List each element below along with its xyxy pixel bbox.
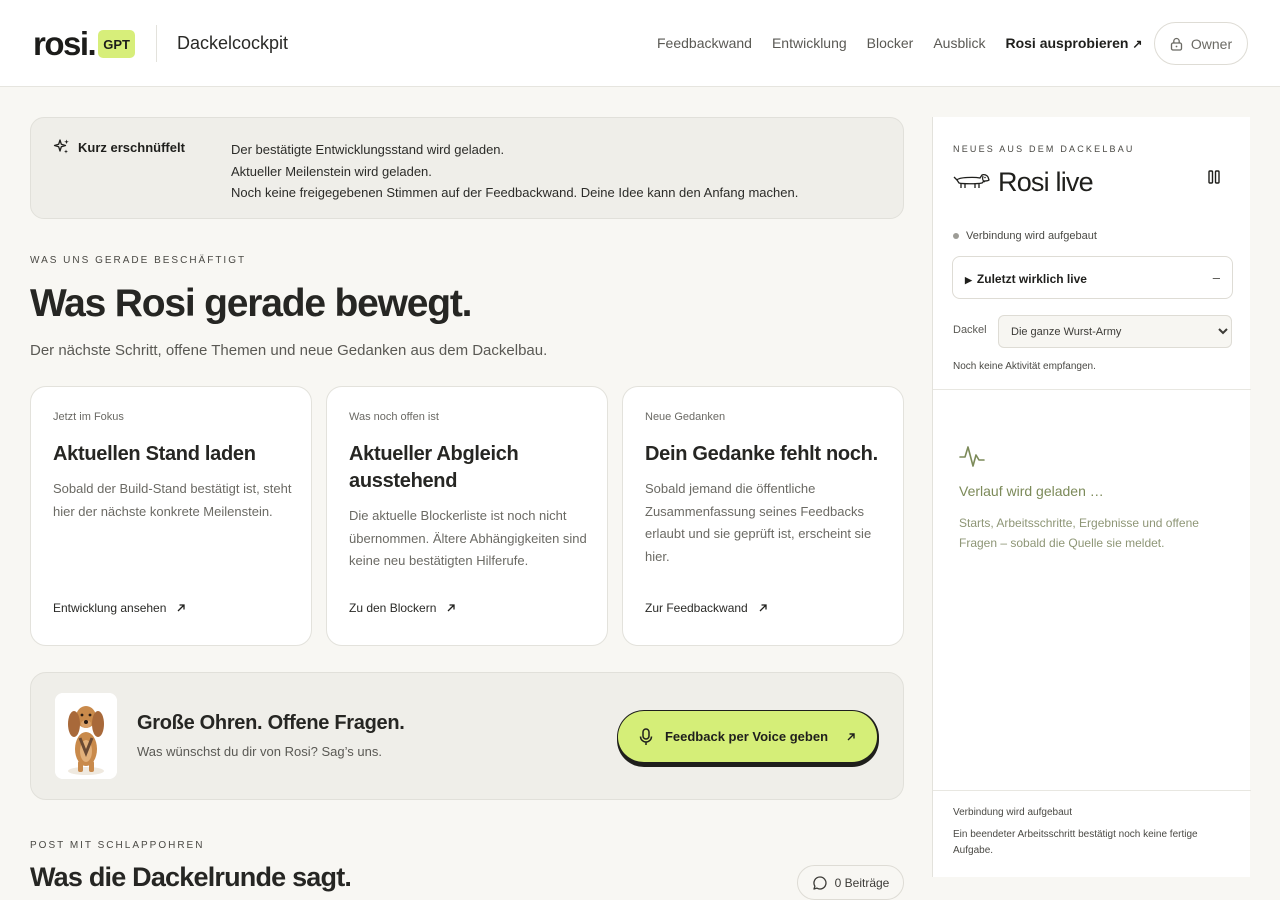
card-title: Aktuellen Stand laden [53,443,256,465]
card-text: Sobald der Build-Stand bestätigt ist, st… [53,481,292,519]
arrow-up-right-icon [177,604,186,612]
nav-blocker[interactable]: Blocker [867,35,914,51]
card-link-entwicklung[interactable]: Entwicklung ansehen [53,601,186,615]
top-header: rosi. GPT Dackelcockpit Feedbackwand Ent… [0,0,1280,87]
connection-status-text: Verbindung wird aufgebaut [966,230,1097,242]
arrow-up-right-icon [759,604,767,612]
microphone-icon [639,727,653,745]
lock-icon [1170,37,1183,51]
card-link-label: Zu den Blockern [349,601,437,615]
sparkle-icon [53,139,69,154]
section-eyebrow: WAS UNS GERADE BESCHÄFTIGT [30,255,247,266]
voice-feedback-button[interactable]: Feedback per Voice geben [617,710,879,764]
speech-bubble-icon [812,875,827,890]
status-dot [953,233,959,239]
panel-footer-divider [933,790,1251,791]
card-open: Was noch offen ist Aktueller Abgleich au… [326,386,608,646]
footer-note: Ein beendeter Arbeitsschritt bestätigt n… [953,829,1198,856]
notice-line: Noch keine freigegebenen Stimmen auf der… [231,185,799,200]
nav-ausblick[interactable]: Ausblick [933,35,985,51]
voice-feedback-banner: Große Ohren. Offene Fragen. Was wünschst… [30,672,904,800]
dackel-select[interactable]: Die ganze Wurst-Army [998,315,1232,348]
post-count: 0 Beiträge [834,875,890,890]
card-link-label: Zur Feedbackwand [645,601,748,615]
connection-status: Verbindung wird aufgebaut [953,230,1097,242]
card-link-label: Entwicklung ansehen [53,601,167,615]
header-divider [156,25,157,62]
notice-lines: Der bestätigte Entwicklungsstand wird ge… [231,139,798,204]
card-text: Sobald jemand die öffentliche Zusammenfa… [645,481,872,564]
dachshund-icon [953,173,990,188]
card-title: Aktueller Abgleich ausstehend [349,443,519,492]
recent-live-toggle[interactable]: ▶ Zuletzt wirklich live – [952,256,1233,299]
voice-title: Große Ohren. Offene Fragen. [137,712,405,734]
logo-gpt-badge: GPT [98,29,135,58]
pause-button[interactable] [1204,167,1224,187]
pause-icon [1208,170,1220,184]
notice-line: Aktueller Meilenstein wird geladen. [231,163,432,179]
notice-title: Kurz erschnüffelt [78,140,185,155]
nav-feedbackwand[interactable]: Feedbackwand [657,35,752,51]
card-title: Dein Gedanke fehlt noch. [645,443,878,465]
card-ideas: Neue Gedanken Dein Gedanke fehlt noch. S… [622,386,904,646]
panel-divider [933,389,1251,390]
notice-line: Der bestätigte Entwicklungsstand wird ge… [231,142,505,157]
activity-pulse-icon [959,446,985,467]
dackel-label: Dackel [953,324,987,336]
logo-wordmark: rosi. [33,25,97,62]
main-nav: Feedbackwand Entwicklung Blocker Ausblic… [657,35,1142,51]
loading-title: Verlauf wird geladen … [959,483,1104,499]
owner-label: Owner [1190,35,1233,52]
voice-button-label: Feedback per Voice geben [664,729,829,744]
loading-text: Starts, Arbeitsschritte, Ergebnisse und … [959,516,1199,550]
nav-entwicklung[interactable]: Entwicklung [772,35,847,51]
app-title: Dackelcockpit [177,33,289,53]
card-focus: Jetzt im Fokus Aktuellen Stand laden Sob… [30,386,312,646]
arrow-up-right-icon [447,604,456,612]
post-eyebrow: POST MIT SCHLAPPOHREN [30,840,205,851]
owner-button[interactable]: Owner [1154,22,1248,65]
try-rosi-label: Rosi ausprobieren [1005,35,1129,51]
voice-subtitle: Was wünschst du dir von Rosi? Sag’s uns. [137,744,382,759]
post-title: Was die Dackelrunde sagt. [30,862,352,892]
recent-live-text: Zuletzt wirklich live [976,272,1087,286]
collapse-indicator: – [1212,270,1220,285]
recent-live-label: ▶ Zuletzt wirklich live [965,272,1087,286]
try-rosi-link[interactable]: Rosi ausprobieren ↗ [1005,35,1142,51]
logo[interactable]: rosi. GPT [33,27,135,60]
notice-box: Kurz erschnüffelt Der bestätigte Entwick… [30,117,904,219]
card-text: Die aktuelle Blockerliste ist noch nicht… [349,508,587,568]
dachshund-image [55,693,117,779]
no-activity-text: Noch keine Aktivität empfangen. [953,361,1096,372]
arrow-up-right-icon [847,732,855,740]
live-panel: NEUES AUS DEM DACKELBAU Rosi live Verbin… [932,117,1251,877]
panel-eyebrow: NEUES AUS DEM DACKELBAU [953,144,1135,154]
section-lead: Der nächste Schritt, offene Themen und n… [30,342,548,359]
arrow-up-right-icon: ↗ [1132,37,1143,51]
card-label: Jetzt im Fokus [53,411,124,423]
card-label: Neue Gedanken [645,411,726,423]
footer-status: Verbindung wird aufgebaut [953,807,1072,818]
card-link-feedbackwand[interactable]: Zur Feedbackwand [645,601,768,615]
panel-title: Rosi live [998,167,1094,197]
post-count-pill[interactable]: 0 Beiträge [797,865,904,900]
card-link-blocker[interactable]: Zu den Blockern [349,601,456,615]
section-title: Was Rosi gerade bewegt. [30,282,472,325]
card-label: Was noch offen ist [349,411,439,423]
triangle-right-icon: ▶ [965,275,972,285]
